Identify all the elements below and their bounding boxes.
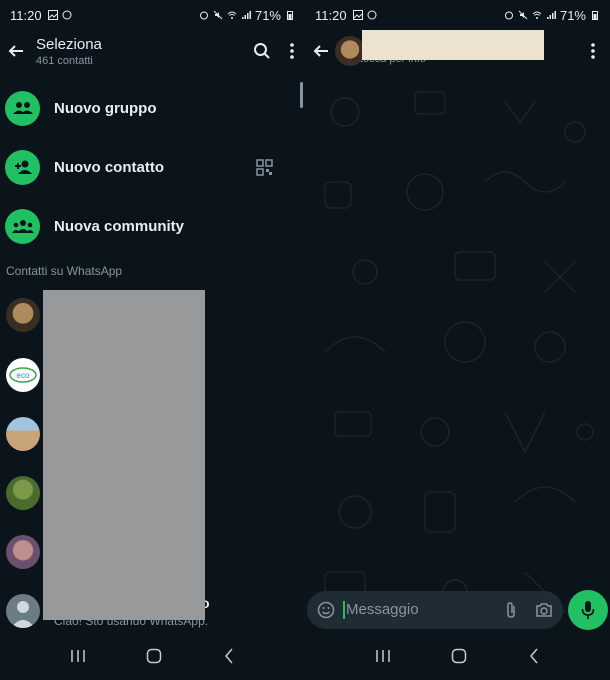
emoji-icon[interactable]: [317, 601, 335, 619]
qr-code-icon[interactable]: [256, 158, 273, 176]
new-group-row[interactable]: Nuovo gruppo: [0, 83, 305, 133]
arrow-back-icon: [313, 45, 328, 57]
group-icon: [5, 90, 40, 126]
wifi-icon: [227, 11, 237, 19]
battery-percent: 71%: [559, 7, 586, 23]
svg-text:eco: eco: [17, 371, 30, 380]
new-community-label: Nuova community: [54, 217, 185, 235]
status-bar: 11:20 71%: [305, 0, 610, 30]
more-options-icon[interactable]: [590, 42, 596, 60]
home-icon[interactable]: [146, 648, 162, 664]
avatar: [6, 476, 40, 510]
system-nav-bar: [305, 632, 610, 680]
attach-icon[interactable]: [505, 601, 517, 619]
image-icon: [47, 10, 58, 20]
eco-logo-icon: eco: [9, 367, 37, 383]
page-title: Seleziona: [36, 35, 102, 53]
battery-icon: [592, 11, 598, 20]
contact-picker-screen: 11:20 71% Seleziona 461 contatti Nuovo g…: [0, 0, 305, 680]
message-composer: Messaggio: [305, 587, 610, 632]
home-icon[interactable]: [451, 648, 467, 664]
recent-apps-icon[interactable]: [375, 649, 391, 663]
image-icon: [352, 10, 363, 20]
battery-icon: [287, 11, 293, 20]
scrollbar[interactable]: [300, 82, 303, 108]
redaction-block: [43, 290, 205, 620]
avatar[interactable]: [335, 36, 365, 66]
new-community-row[interactable]: Nuova community: [0, 201, 305, 251]
wifi-icon: [532, 11, 542, 19]
add-person-icon: [5, 149, 40, 185]
new-contact-row[interactable]: Nuovo contatto: [0, 142, 305, 192]
back-button[interactable]: [4, 39, 28, 63]
arrow-back-icon: [8, 45, 23, 57]
system-back-icon[interactable]: [528, 648, 540, 664]
section-title: Contatti su WhatsApp: [6, 264, 123, 278]
new-contact-label: Nuovo contatto: [54, 158, 164, 176]
battery-percent: 71%: [254, 7, 281, 23]
mute-icon: [518, 10, 528, 20]
mute-icon: [213, 10, 223, 20]
message-placeholder: Messaggio: [346, 601, 419, 618]
whatsapp-notification-icon: [367, 10, 377, 20]
avatar: [6, 535, 40, 569]
voice-message-button[interactable]: [568, 589, 608, 630]
community-icon: [5, 208, 40, 244]
more-options-icon[interactable]: [289, 42, 295, 60]
alarm-icon: [199, 11, 208, 20]
search-icon[interactable]: [253, 42, 271, 60]
system-back-icon[interactable]: [223, 648, 235, 664]
avatar: [6, 417, 40, 451]
avatar: [6, 594, 40, 628]
recent-apps-icon[interactable]: [70, 649, 86, 663]
default-avatar-icon: [11, 601, 35, 628]
back-button[interactable]: [309, 39, 333, 63]
message-input[interactable]: Messaggio: [307, 590, 563, 629]
doodle-pattern: [324, 91, 594, 613]
text-caret: [343, 600, 345, 619]
picker-header: Seleziona 461 contatti: [0, 30, 305, 72]
avatar: eco: [6, 358, 40, 392]
system-nav-bar: [0, 632, 305, 680]
chat-screen: 11:20 71% Messaggio: [305, 0, 610, 680]
whatsapp-notification-icon: [62, 10, 72, 20]
redaction-block: [362, 30, 544, 60]
signal-icon: [241, 11, 251, 19]
new-group-label: Nuovo gruppo: [54, 99, 157, 117]
alarm-icon: [504, 11, 513, 20]
avatar: [6, 298, 40, 332]
contacts-count: 461 contatti: [36, 54, 93, 67]
chat-wallpaper: [305, 72, 610, 632]
status-time: 11:20: [315, 7, 347, 23]
status-bar: 11:20 71%: [0, 0, 305, 30]
status-time: 11:20: [10, 7, 42, 23]
microphone-icon: [581, 600, 595, 619]
signal-icon: [546, 11, 556, 19]
camera-icon[interactable]: [535, 602, 553, 618]
